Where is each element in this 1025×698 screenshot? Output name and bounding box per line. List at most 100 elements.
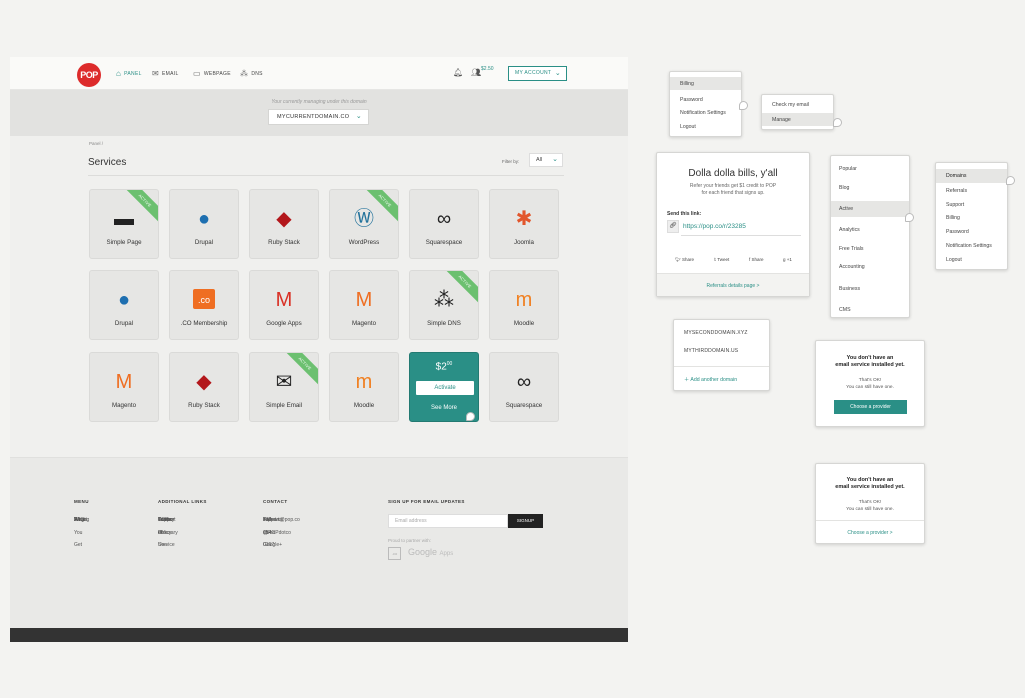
service-tile[interactable]: .co .CO Membership	[169, 270, 239, 340]
menu-item-logout[interactable]: Logout	[680, 124, 696, 130]
nav-dns[interactable]: ⁂ DNS	[240, 69, 263, 78]
service-icon: ✱	[515, 208, 533, 230]
chevron-down-icon: ⌄	[552, 156, 558, 163]
menu-item-password[interactable]: Password	[680, 97, 703, 103]
service-tile[interactable]: ⁂ Simple DNS ACTIVE	[409, 270, 479, 340]
add-domain-button[interactable]: ＋ Add another domain	[684, 376, 737, 383]
service-tile[interactable]: ✱ Joomla	[489, 189, 559, 259]
menu-item-notifications[interactable]: Notification Settings	[946, 243, 992, 249]
service-tile[interactable]: M Magento	[329, 270, 399, 340]
menu-item-free-trials[interactable]: Free Trials	[839, 246, 864, 252]
domain-select[interactable]: MYCURRENTDOMAIN.CO ⌄	[268, 109, 369, 125]
menu-item-support[interactable]: Support	[946, 202, 964, 208]
menu-item-logout[interactable]: Logout	[946, 257, 962, 263]
service-icon: ◆	[276, 208, 292, 230]
footer-menu-link[interactable]: Blog	[74, 514, 84, 527]
service-tile[interactable]: ● Drupal	[89, 270, 159, 340]
service-tile[interactable]: ∞ Squarespace	[489, 352, 559, 422]
footer-link[interactable]: Privacy Policy	[158, 514, 174, 539]
service-icon: ∞	[436, 208, 452, 230]
google-plus-button[interactable]: g +1	[783, 257, 792, 262]
service-name: Drupal	[194, 239, 214, 246]
service-name: Moodle	[353, 402, 375, 409]
menu-item-popular[interactable]: Popular	[839, 166, 857, 172]
plus-icon: ＋	[684, 377, 690, 383]
pointer-cursor-icon	[1006, 176, 1015, 185]
tweet-button[interactable]: 𝕥 Tweet	[714, 257, 729, 263]
partner-label: Proud to partner with:	[388, 538, 432, 543]
service-name: WordPress	[348, 239, 380, 246]
choose-provider-button[interactable]: Choose a provider	[834, 400, 907, 414]
service-name: .CO Membership	[180, 320, 228, 327]
menu-item-business[interactable]: Business	[839, 286, 860, 292]
menu-item-check-email[interactable]: Check my email	[772, 102, 809, 108]
service-tile[interactable]: m Moodle	[489, 270, 559, 340]
menu-item-password[interactable]: Password	[946, 229, 969, 235]
service-tile[interactable]: ▬ Simple Page ACTIVE	[89, 189, 159, 259]
menu-item-domains[interactable]: Domains	[946, 173, 966, 179]
service-icon: M	[355, 289, 373, 311]
see-more-link[interactable]: See More	[410, 405, 478, 411]
menu-item-cms[interactable]: CMS	[839, 307, 851, 313]
menu-item-active[interactable]: Active	[839, 206, 853, 212]
service-icon: ∞	[516, 371, 532, 393]
bell-icon[interactable]: 🔔︎	[453, 68, 463, 77]
service-tile[interactable]: ● Drupal	[169, 189, 239, 259]
bottom-bar	[10, 628, 628, 642]
empty-title: You don't have an	[846, 355, 894, 361]
activate-button[interactable]: Activate	[416, 381, 474, 395]
choose-provider-link[interactable]: Choose a provider >	[816, 530, 924, 536]
filter-label: Filter by:	[502, 159, 520, 164]
google-apps-logo: Google Apps	[408, 547, 453, 557]
service-tile[interactable]: Ⓦ WordPress ACTIVE	[329, 189, 399, 259]
breadcrumb[interactable]: Panel /	[89, 141, 103, 146]
chevron-down-icon: ⌄	[554, 70, 561, 77]
signup-button[interactable]: SIGNUP	[508, 514, 543, 528]
home-icon: ⌂	[116, 69, 122, 78]
nav-label: PANEL	[124, 70, 142, 77]
service-tile[interactable]: ∞ Squarespace	[409, 189, 479, 259]
footer-contact-item[interactable]: Follow us on Google+	[263, 514, 282, 552]
nav-label: WEBPAGE	[203, 70, 231, 77]
menu-item-analytics[interactable]: Analytics	[839, 227, 860, 233]
nav-webpage[interactable]: ▭ WEBPAGE	[193, 69, 231, 78]
share-label: Share	[681, 257, 694, 262]
footer-menu-title: MENU	[74, 499, 89, 504]
service-tile[interactable]: ◆ Ruby Stack	[169, 352, 239, 422]
menu-item-blog[interactable]: Blog	[839, 185, 849, 191]
service-name: Moodle	[513, 320, 535, 327]
pop-logo[interactable]: POP	[77, 63, 101, 87]
menu-item-accounting[interactable]: Accounting	[839, 264, 865, 270]
referral-popup: Dolla dolla bills, y'all Refer your frie…	[656, 152, 810, 297]
menu-item-billing[interactable]: Billing	[680, 81, 694, 87]
email-empty-popup: You don't have an email service installe…	[815, 340, 925, 427]
menu-item-billing[interactable]: Billing	[946, 215, 960, 221]
footer-signup-title: SIGN UP FOR EMAIL UPDATES	[388, 499, 465, 504]
service-tile[interactable]: ◆ Ruby Stack	[249, 189, 319, 259]
credit-balance: $2.50	[481, 66, 494, 72]
menu-item-notifications[interactable]: Notification Settings	[680, 110, 726, 116]
referral-people-icon[interactable]: 👥︎	[471, 68, 481, 77]
referral-text: Refer your friends get $1 credit to POP	[689, 183, 777, 189]
menu-item-manage[interactable]: Manage	[772, 117, 791, 123]
my-account-button[interactable]: MY ACCOUNT ⌄	[508, 66, 567, 81]
facebook-share-button[interactable]: f Share	[749, 257, 764, 262]
menu-item-referrals[interactable]: Referrals	[946, 188, 967, 194]
empty-text: That's OK!	[858, 500, 882, 505]
filter-select[interactable]: All ⌄	[529, 153, 563, 167]
domain-option[interactable]: MYSECONDDOMAIN.XYZ	[684, 330, 748, 336]
service-icon: ◆	[196, 371, 212, 393]
nav-panel[interactable]: ⌂ PANEL	[116, 69, 142, 78]
referral-link[interactable]: https://pop.co/r/23285	[683, 223, 746, 230]
facebook-share-button[interactable]: 🐦︎ Share	[675, 257, 694, 263]
referral-details-link[interactable]: Referrals details page >	[657, 283, 809, 289]
service-tile[interactable]: ✉ Simple Email ACTIVE	[249, 352, 319, 422]
service-tile[interactable]: M Google Apps	[249, 270, 319, 340]
link-icon: 🔗︎	[667, 220, 679, 233]
nav-email[interactable]: ✉ EMAIL	[152, 69, 179, 78]
email-signup-input[interactable]: Email address	[388, 514, 508, 528]
service-tile[interactable]: m Moodle	[329, 352, 399, 422]
domain-option[interactable]: MYTHIRDDOMAIN.US	[684, 348, 738, 354]
service-tile[interactable]: M Magento	[89, 352, 159, 422]
service-name: Magento	[111, 402, 137, 409]
